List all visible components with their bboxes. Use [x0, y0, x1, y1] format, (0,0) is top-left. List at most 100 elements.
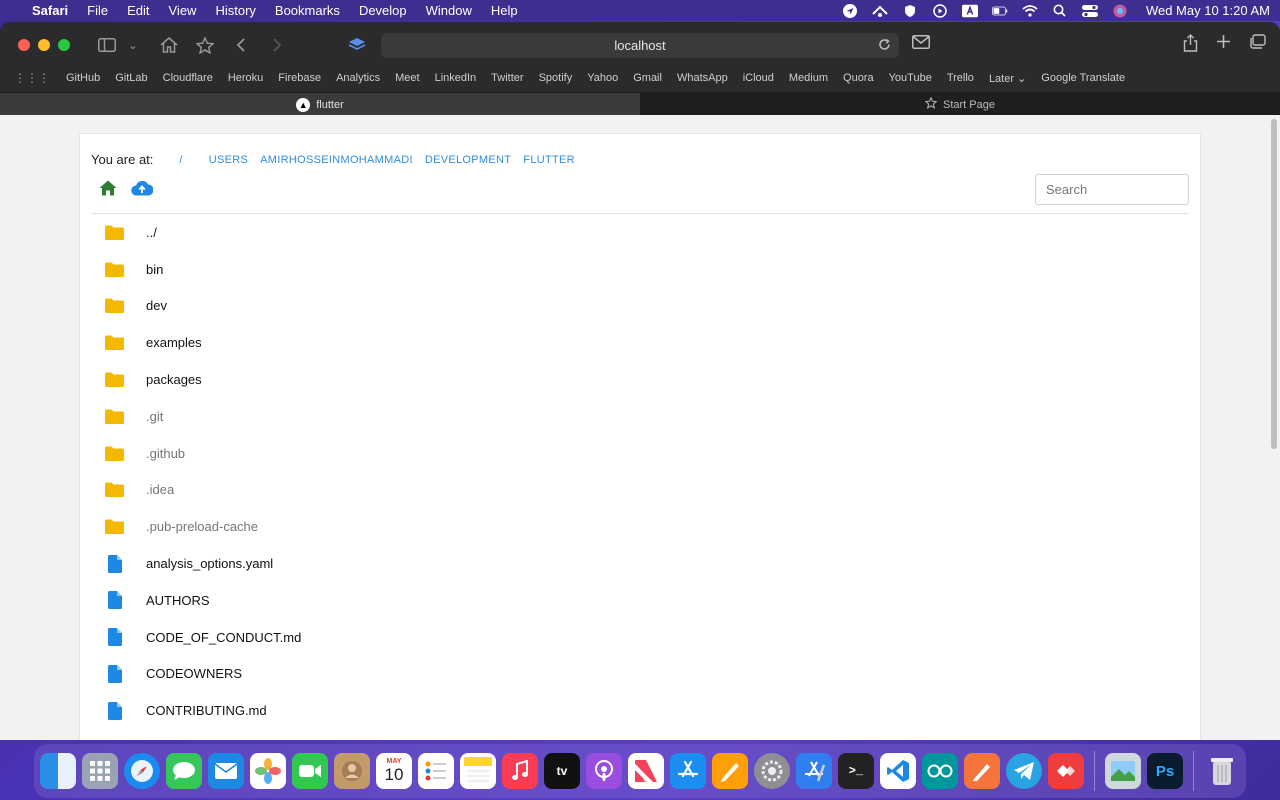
- news-icon[interactable]: [628, 753, 664, 789]
- breadcrumb-user[interactable]: AMIRHOSSEINMOHAMMADI: [260, 154, 413, 166]
- menu-clock[interactable]: Wed May 10 1:20 AM: [1146, 3, 1270, 18]
- sidebar-toggle-icon[interactable]: [94, 32, 120, 58]
- menu-bookmarks[interactable]: Bookmarks: [275, 3, 340, 18]
- list-item-file[interactable]: analysis_options.yaml: [91, 545, 1189, 582]
- list-item-file[interactable]: CODEOWNERS: [91, 656, 1189, 693]
- network-tool-icon[interactable]: [872, 4, 888, 18]
- list-item-folder[interactable]: .idea: [91, 472, 1189, 509]
- list-item-file[interactable]: AUTHORS: [91, 582, 1189, 619]
- star-bookmark-icon[interactable]: [192, 32, 218, 58]
- calendar-icon[interactable]: MAY 10: [376, 753, 412, 789]
- breadcrumb-flutter[interactable]: FLUTTER: [523, 154, 575, 166]
- location-icon[interactable]: [842, 3, 858, 18]
- menu-app-name[interactable]: Safari: [32, 3, 68, 18]
- favorite-link[interactable]: LinkedIn: [435, 72, 477, 84]
- anydesk-icon[interactable]: [1048, 753, 1084, 789]
- photoshop-icon[interactable]: Ps: [1147, 753, 1183, 789]
- photos-icon[interactable]: [250, 753, 286, 789]
- menu-view[interactable]: View: [169, 3, 197, 18]
- spotlight-search-icon[interactable]: [1052, 4, 1068, 18]
- settings-icon[interactable]: [754, 753, 790, 789]
- messages-icon[interactable]: [166, 753, 202, 789]
- address-bar[interactable]: localhost: [381, 33, 899, 58]
- forward-arrow-icon[interactable]: [264, 32, 290, 58]
- keyboard-input-icon[interactable]: [961, 4, 978, 18]
- favorite-link[interactable]: WhatsApp: [677, 72, 728, 84]
- favorite-link[interactable]: GitHub: [66, 72, 100, 84]
- upload-cloud-icon[interactable]: [131, 180, 154, 201]
- breadcrumb-root[interactable]: /: [179, 154, 182, 166]
- siri-icon[interactable]: [1112, 4, 1128, 18]
- reload-icon[interactable]: [878, 38, 891, 54]
- arduino-icon[interactable]: [922, 753, 958, 789]
- finder-icon[interactable]: [40, 753, 76, 789]
- facetime-icon[interactable]: [292, 753, 328, 789]
- favorite-link[interactable]: Trello: [947, 72, 974, 84]
- music-icon[interactable]: [502, 753, 538, 789]
- favorite-link[interactable]: Twitter: [491, 72, 523, 84]
- favorite-link[interactable]: iCloud: [743, 72, 774, 84]
- menu-edit[interactable]: Edit: [127, 3, 149, 18]
- list-item-folder[interactable]: examples: [91, 324, 1189, 361]
- minimize-window-button[interactable]: [38, 39, 50, 51]
- favorite-link[interactable]: Cloudflare: [163, 72, 213, 84]
- tab-overview-icon[interactable]: [1249, 34, 1266, 57]
- breadcrumb-users[interactable]: USERS: [209, 154, 248, 166]
- favorite-link[interactable]: Gmail: [633, 72, 662, 84]
- favorite-link[interactable]: Heroku: [228, 72, 263, 84]
- mail-share-icon[interactable]: [912, 35, 930, 53]
- home-icon[interactable]: [99, 180, 117, 201]
- menu-develop[interactable]: Develop: [359, 3, 407, 18]
- favorite-link[interactable]: Yahoo: [587, 72, 618, 84]
- list-item-folder[interactable]: bin: [91, 251, 1189, 288]
- list-item-file[interactable]: CODE_OF_CONDUCT.md: [91, 619, 1189, 656]
- home-icon[interactable]: [156, 32, 182, 58]
- favorite-link[interactable]: Medium: [789, 72, 828, 84]
- reminders-icon[interactable]: [418, 753, 454, 789]
- scrollbar[interactable]: [1268, 115, 1280, 740]
- battery-icon[interactable]: [991, 4, 1008, 18]
- menu-help[interactable]: Help: [491, 3, 518, 18]
- launchpad-icon[interactable]: [82, 753, 118, 789]
- play-icon[interactable]: [932, 3, 948, 18]
- favorite-link[interactable]: GitLab: [115, 72, 147, 84]
- shield-icon[interactable]: [902, 4, 918, 18]
- appletv-icon[interactable]: tv: [544, 753, 580, 789]
- podcasts-icon[interactable]: [586, 753, 622, 789]
- list-item-file[interactable]: CONTRIBUTING.md: [91, 692, 1189, 729]
- list-item-folder[interactable]: dev: [91, 288, 1189, 325]
- telegram-icon[interactable]: [1006, 753, 1042, 789]
- menu-history[interactable]: History: [215, 3, 255, 18]
- favorites-folder-later[interactable]: Later ⌄: [989, 72, 1026, 85]
- back-arrow-icon[interactable]: [228, 32, 254, 58]
- search-input[interactable]: [1035, 174, 1189, 205]
- pages-icon[interactable]: [712, 753, 748, 789]
- fullscreen-window-button[interactable]: [58, 39, 70, 51]
- terminal-icon[interactable]: >_: [838, 753, 874, 789]
- share-icon[interactable]: [1183, 34, 1198, 57]
- mail-icon[interactable]: [208, 753, 244, 789]
- layers-extension-icon[interactable]: [344, 32, 370, 58]
- close-window-button[interactable]: [18, 39, 30, 51]
- list-item-folder[interactable]: .git: [91, 398, 1189, 435]
- chevron-down-icon[interactable]: ⌄: [120, 32, 146, 58]
- vscode-icon[interactable]: [880, 753, 916, 789]
- grid-icon[interactable]: ⋮⋮⋮: [14, 71, 50, 85]
- list-item-folder[interactable]: packages: [91, 361, 1189, 398]
- favorite-link[interactable]: YouTube: [889, 72, 932, 84]
- xcode-icon[interactable]: [796, 753, 832, 789]
- scrollbar-thumb[interactable]: [1271, 119, 1277, 449]
- list-item-folder[interactable]: .github: [91, 435, 1189, 472]
- menu-window[interactable]: Window: [426, 3, 472, 18]
- notes-icon[interactable]: [460, 753, 496, 789]
- pencil-icon[interactable]: [964, 753, 1000, 789]
- favorite-link[interactable]: Analytics: [336, 72, 380, 84]
- appstore-icon[interactable]: [670, 753, 706, 789]
- favorite-link[interactable]: Firebase: [278, 72, 321, 84]
- list-item-folder[interactable]: ../: [91, 214, 1189, 251]
- wifi-icon[interactable]: [1022, 4, 1038, 18]
- list-item-folder[interactable]: .pub-preload-cache: [91, 508, 1189, 545]
- menu-file[interactable]: File: [87, 3, 108, 18]
- favorite-link[interactable]: Spotify: [539, 72, 573, 84]
- favorite-link[interactable]: Meet: [395, 72, 419, 84]
